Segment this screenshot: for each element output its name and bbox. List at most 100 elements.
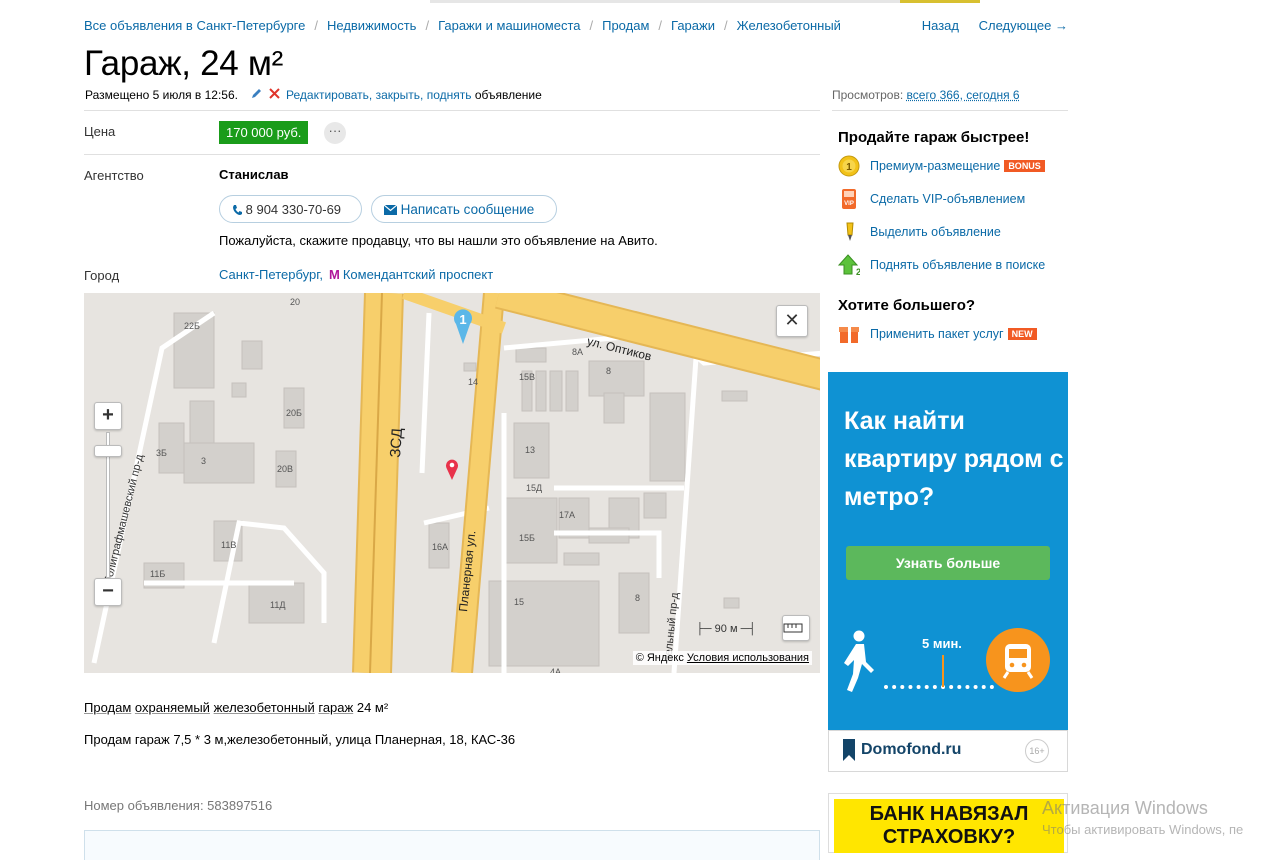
- sell-faster-header: Продайте гараж быстрее!: [838, 129, 1030, 146]
- breadcrumb-link[interactable]: Продам: [602, 18, 649, 33]
- envelope-icon: [383, 202, 398, 217]
- breadcrumb-link[interactable]: Гаражи: [671, 18, 715, 33]
- watermark-line1: Активация Windows: [1042, 798, 1208, 818]
- breadcrumb-separator: /: [314, 18, 318, 33]
- write-message-button[interactable]: Написать сообщение: [371, 195, 557, 223]
- seller-note: Пожалуйста, скажите продавцу, что вы наш…: [219, 233, 658, 248]
- bonus-badge: BONUS: [1004, 160, 1045, 172]
- top-strip-accent: [900, 0, 980, 3]
- breadcrumb-link[interactable]: Все объявления в Санкт-Петербурге: [84, 18, 305, 33]
- map-copyright: © Яндекс Условия использования: [632, 651, 812, 665]
- building-label: 17А: [559, 510, 576, 520]
- page-title: Гараж, 24 м²: [84, 44, 284, 83]
- want-more-header: Хотите большего?: [838, 297, 976, 314]
- coin-icon: 1: [838, 155, 860, 177]
- copyright-text: © Яндекс: [635, 652, 684, 664]
- divider: [84, 110, 820, 111]
- age-rating: 16+: [1025, 739, 1049, 763]
- views-link[interactable]: всего 366, сегодня 6: [907, 88, 1020, 102]
- back-link[interactable]: Назад: [922, 18, 959, 33]
- ruler-icon: [783, 623, 803, 633]
- map-marker-numbered[interactable]: 1: [453, 308, 473, 344]
- building-label: 20: [290, 297, 301, 307]
- breadcrumb-link[interactable]: Гаражи и машиноместа: [438, 18, 580, 33]
- building-label: 8: [606, 366, 612, 376]
- price-badge: 170 000 руб.: [219, 121, 309, 144]
- raise-item[interactable]: 2 Поднять объявление в поиске: [837, 254, 1045, 277]
- premium-link[interactable]: Премиум-размещение: [870, 159, 1000, 173]
- pencil-icon[interactable]: [251, 88, 262, 102]
- metro-icon: М: [328, 267, 340, 282]
- highlight-item[interactable]: Выделить объявление: [838, 221, 1001, 243]
- zoom-in-button[interactable]: +: [94, 402, 122, 430]
- walking-person-icon: [844, 630, 880, 692]
- walk-time: 5 мин.: [922, 636, 962, 651]
- building-label: 3Б: [156, 448, 167, 458]
- building-label: 8А: [572, 347, 584, 357]
- building-label: 15Б: [519, 533, 535, 543]
- package-item[interactable]: Применить пакет услуг NEW: [838, 323, 1037, 345]
- vip-item[interactable]: VIP Сделать VIP-объявлением: [838, 188, 1025, 210]
- building-label: 15В: [519, 372, 536, 382]
- vip-icon: VIP: [838, 188, 860, 210]
- metro-link[interactable]: Комендантский проспект: [343, 267, 493, 282]
- building-label: 22Б: [184, 321, 200, 331]
- zoom-slider-handle[interactable]: [94, 445, 122, 457]
- domofond-ad[interactable]: Как найти квартиру рядом с метро? Узнать…: [828, 372, 1068, 772]
- zoom-out-button[interactable]: −: [94, 578, 122, 606]
- bank-ad-text: БАНК НАВЯЗАЛ СТРАХОВКУ?: [834, 799, 1064, 853]
- headline-word[interactable]: железобетонный: [214, 700, 315, 715]
- phone-icon: [232, 202, 242, 217]
- bank-ad[interactable]: БАНК НАВЯЗАЛ СТРАХОВКУ?: [828, 793, 1068, 853]
- package-link[interactable]: Применить пакет услуг: [870, 327, 1004, 341]
- description-body: Продам гараж 7,5 * 3 м,железобетонный, у…: [84, 732, 516, 747]
- more-button[interactable]: ···: [324, 122, 346, 144]
- divider: [832, 110, 1068, 111]
- raise-link[interactable]: Поднять объявление в поиске: [870, 258, 1045, 272]
- building-label: 11Д: [270, 600, 286, 610]
- breadcrumb-separator: /: [658, 18, 663, 33]
- phone-button[interactable]: 8 904 330-70-69: [219, 195, 362, 223]
- terms-link[interactable]: Условия использования: [687, 652, 809, 664]
- headline-word[interactable]: Продам: [84, 700, 131, 715]
- building-label: 11В: [221, 540, 237, 550]
- placed-date: Размещено 5 июля в 12:56.: [85, 88, 238, 102]
- headline-word[interactable]: охраняемый: [135, 700, 210, 715]
- building-label: 13: [525, 445, 536, 455]
- walk-marker: [942, 655, 944, 687]
- learn-more-button[interactable]: Узнать больше: [846, 546, 1050, 580]
- edit-close-raise-link[interactable]: Редактировать, закрыть, поднять: [286, 88, 471, 102]
- building-label: 3: [201, 456, 207, 466]
- agency-label: Агентство: [84, 168, 144, 183]
- close-icon[interactable]: [268, 88, 280, 102]
- city-label: Город: [84, 268, 120, 283]
- svg-text:1: 1: [846, 162, 852, 173]
- package-icon: [838, 323, 860, 345]
- new-badge: NEW: [1007, 328, 1037, 340]
- premium-placement-item[interactable]: 1 Премиум-размещение BONUS: [838, 155, 1045, 177]
- map-close-button[interactable]: ✕: [776, 305, 808, 337]
- write-message-label: Написать сообщение: [400, 202, 535, 217]
- breadcrumb-link[interactable]: Железобетонный: [737, 18, 841, 33]
- ruler-button[interactable]: [782, 615, 810, 641]
- scale-value: 90 м: [714, 623, 738, 635]
- map-pin-icon[interactable]: [445, 458, 459, 480]
- item-nav: Назад Следующее →: [906, 18, 1068, 33]
- building-label: 15Д: [526, 483, 543, 493]
- headline-word[interactable]: гараж: [318, 700, 353, 715]
- city-link[interactable]: Санкт-Петербург,: [219, 267, 323, 282]
- breadcrumb-link[interactable]: Недвижимость: [327, 18, 416, 33]
- headline-tail: 24 м²: [356, 700, 389, 715]
- breadcrumb-separator: /: [723, 18, 728, 33]
- breadcrumb: Все объявления в Санкт-Петербурге / Недвиж…: [84, 18, 841, 33]
- ad-number: Номер объявления: 583897516: [84, 798, 273, 813]
- ad-headline: Как найти квартиру рядом с метро?: [844, 407, 1064, 511]
- vip-link[interactable]: Сделать VIP-объявлением: [870, 192, 1025, 206]
- metro-train-icon: [986, 628, 1050, 692]
- highlight-link[interactable]: Выделить объявление: [870, 225, 1001, 239]
- windows-activation-watermark: Активация Windows Чтобы активировать Win…: [1042, 797, 1243, 841]
- building-label: 16А: [432, 542, 449, 552]
- next-link[interactable]: Следующее →: [979, 18, 1068, 33]
- map[interactable]: 22Б 20 14 15В 8А 8 20Б 3Б 3 20В 13 15Д 1…: [84, 293, 820, 673]
- marker-number: 1: [459, 312, 467, 327]
